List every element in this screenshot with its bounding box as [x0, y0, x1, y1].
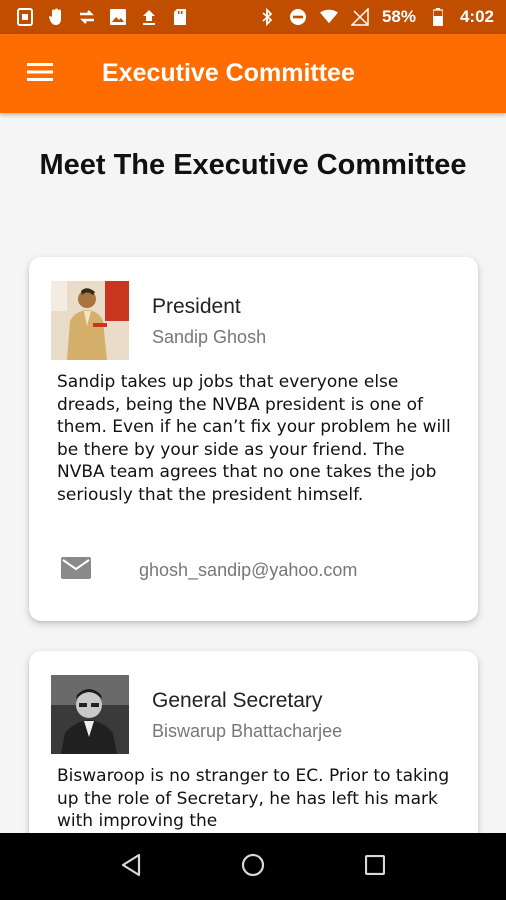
bluetooth-icon: [258, 8, 276, 26]
member-name: Biswarup Bhattacharjee: [152, 721, 343, 741]
member-email[interactable]: ghosh_sandip@yahoo.com: [139, 560, 357, 581]
home-icon: [241, 853, 265, 881]
member-card-president: President Sandip Ghosh Sandip takes up j…: [29, 257, 478, 621]
battery-percent: 58%: [381, 7, 416, 26]
recents-icon: [364, 854, 386, 879]
member-photo: [51, 675, 129, 754]
email-link[interactable]: ghosh_sandip@yahoo.com: [61, 555, 451, 585]
phone-sync-icon: [16, 8, 34, 26]
content-scroll-area[interactable]: Meet The Executive Committee President S…: [0, 113, 506, 833]
member-role: General Secretary: [152, 689, 323, 712]
mail-icon: [61, 557, 91, 583]
member-photo: [51, 281, 129, 360]
recents-button[interactable]: [355, 847, 395, 887]
status-bar: 58% 4:02: [0, 0, 506, 34]
status-system: 58% 4:02: [258, 7, 494, 27]
member-bio: Sandip takes up jobs that everyone else …: [57, 372, 451, 505]
image-icon: [109, 8, 127, 26]
status-notifications: [16, 8, 189, 26]
member-card-general-secretary: General Secretary Biswarup Bhattacharjee…: [29, 651, 478, 833]
page-heading: Meet The Executive Committee: [39, 149, 467, 181]
back-button[interactable]: [111, 847, 151, 887]
hand-icon: [47, 8, 65, 26]
do-not-disturb-icon: [289, 8, 307, 26]
hamburger-menu-icon: [27, 62, 53, 86]
navigation-bar: [0, 833, 506, 900]
upload-icon: [140, 8, 158, 26]
wifi-icon: [319, 8, 338, 26]
menu-button[interactable]: [0, 34, 80, 113]
back-icon: [120, 853, 142, 881]
app-bar: Executive Committee: [0, 34, 506, 113]
app-title: Executive Committee: [102, 59, 355, 87]
no-signal-icon: [350, 8, 369, 26]
member-bio: Biswaroop is no stranger to EC. Prior to…: [57, 766, 450, 832]
member-name: Sandip Ghosh: [152, 327, 267, 347]
home-button[interactable]: [233, 847, 273, 887]
sd-card-icon: [171, 8, 189, 26]
transfer-icon: [78, 8, 96, 26]
member-role: President: [152, 295, 241, 318]
clock: 4:02: [459, 7, 494, 26]
battery-icon: [429, 8, 447, 26]
